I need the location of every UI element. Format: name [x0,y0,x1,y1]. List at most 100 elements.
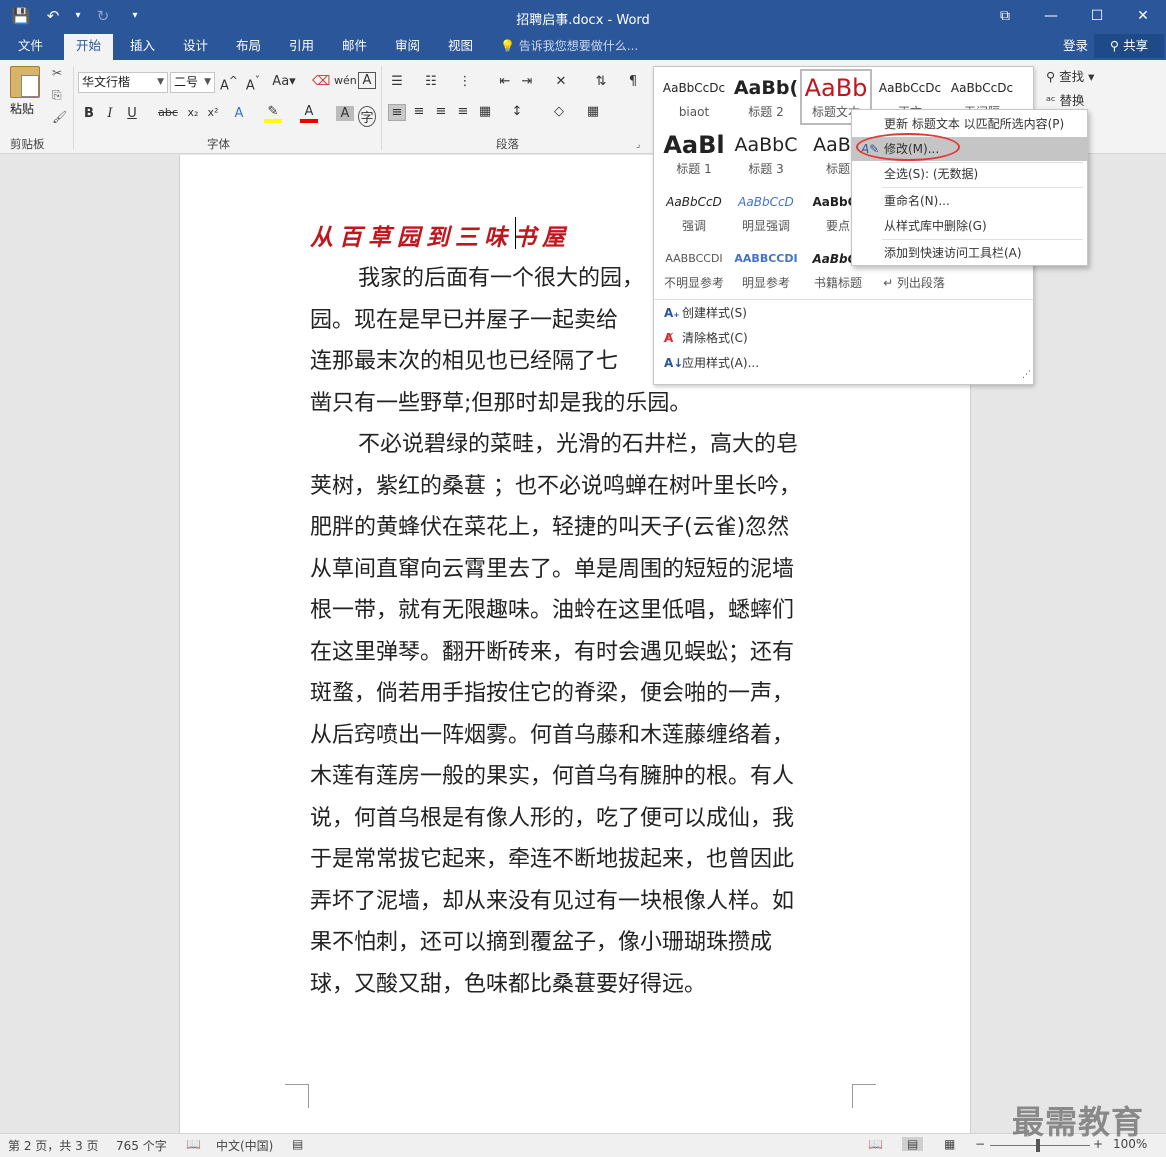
strikethrough-icon[interactable]: abc [156,106,180,119]
line-spacing-icon[interactable]: ↕ [508,104,526,119]
font-size-box[interactable]: 二号 ▼ [170,72,215,93]
paste-button[interactable]: 粘贴 [10,66,44,117]
font-size-value: 二号 [174,75,199,89]
undo-icon[interactable]: ↶ [42,6,64,26]
bold-icon[interactable]: B [80,106,98,121]
cut-icon[interactable]: ✂ [52,66,62,80]
text-line: 肥胖的黄蜂伏在菜花上，轻捷的叫天子(云雀)忽然 [310,515,790,540]
macro-recording-icon[interactable]: ▤ [292,1137,303,1151]
divider [381,66,382,150]
clear-formatting-item[interactable]: A̸ 清除格式(C) [664,329,748,346]
text-line: 根一带，就有无限趣味。油蛉在这里低唱，蟋蟀们 [310,598,795,623]
multilevel-list-icon[interactable]: ⋮ [456,74,474,89]
style-subtle-reference[interactable]: AABBCCDI 不明显参考 [658,242,730,298]
font-color-icon[interactable]: A [300,104,318,123]
zoom-out-icon[interactable]: − [975,1137,985,1151]
divider [73,66,74,150]
text-line: 不必说碧绿的菜畦，光滑的石井栏，高大的皂 [358,432,799,457]
remove-from-gallery-item[interactable]: 从样式库中删除(G) [852,214,1087,238]
superscript-icon[interactable]: x² [204,106,222,119]
rename-item[interactable]: 重命名(N)... [852,189,1087,213]
text-line: 说，何首乌根是有像人形的，吃了便可以成仙，我 [310,805,795,831]
resize-grip-icon[interactable]: ⋰ [1022,370,1031,380]
style-heading-2[interactable]: AaBb(标题 2 [730,71,802,127]
shrink-font-icon[interactable]: Aˇ [244,74,262,93]
page-count[interactable]: 第 2 页，共 3 页 [8,1137,99,1154]
find-button[interactable]: ⚲ 查找 ▾ [1046,66,1094,85]
update-style-item[interactable]: 更新 标题文本 以匹配所选内容(P) [852,112,1087,136]
sort-icon[interactable]: ⇅ [592,74,610,89]
character-shading-icon[interactable]: A [336,106,354,121]
add-to-qat-item[interactable]: 添加到快速访问工具栏(A) [852,241,1087,265]
text-effects-icon[interactable]: A [230,106,248,121]
proofing-icon[interactable]: 📖 [186,1137,201,1151]
show-marks-icon[interactable]: ¶ [624,74,642,89]
bullets-icon[interactable]: ☰ [388,74,406,89]
tab-mailings[interactable]: 邮件 [330,34,379,60]
ribbon-display-options-icon[interactable]: ⧉ [982,0,1028,34]
copy-icon[interactable]: ⎘ [52,88,62,103]
style-emphasis[interactable]: AaBbCcD 强调 [658,185,730,241]
font-family-box[interactable]: 华文行楷 ▼ [78,72,168,93]
clear-formatting-icon[interactable]: ⌫ [312,74,330,89]
style-heading-1[interactable]: AaBl 标题 1 [658,128,730,184]
web-layout-icon[interactable]: ▦ [944,1137,955,1151]
print-layout-icon[interactable]: ▤ [902,1137,924,1151]
replace-button[interactable]: ᵃᶜ 替换 [1046,90,1085,109]
italic-icon[interactable]: I [101,106,119,121]
style-intense-emphasis[interactable]: AaBbCcD 明显强调 [730,185,802,241]
numbering-icon[interactable]: ☷ [422,74,440,89]
customize-qat-icon[interactable]: ▾ [124,6,146,26]
sign-in-link[interactable]: 登录 [1063,34,1088,58]
change-case-icon[interactable]: Aa▾ [270,74,298,89]
select-all-item[interactable]: 全选(S): (无数据) [852,162,1087,186]
status-bar: 第 2 页，共 3 页 765 个字 📖 中文(中国) ▤ 📖 ▤ ▦ − + … [0,1133,1166,1157]
tab-file[interactable]: 文件 [6,34,55,60]
shading-icon[interactable]: ◇ [550,104,568,119]
align-left-icon[interactable]: ≡ [388,104,406,121]
increase-indent-icon[interactable]: ⇥ [518,74,536,89]
apply-styles-item[interactable]: A↓应用样式(A)... [664,354,759,371]
language-status[interactable]: 中文(中国) [216,1137,273,1154]
share-button[interactable]: ⚲ 共享 [1094,34,1164,58]
align-right-icon[interactable]: ≡ [432,104,450,119]
read-mode-icon[interactable]: 📖 [868,1137,883,1151]
undo-dropdown-icon[interactable]: ▾ [74,6,82,26]
maximize-icon[interactable]: ☐ [1074,0,1120,34]
dialog-launcher-icon[interactable]: ⌟ [636,140,640,150]
minimize-icon[interactable]: — [1028,0,1074,34]
grow-font-icon[interactable]: A^ [220,74,238,93]
word-count[interactable]: 765 个字 [116,1137,167,1154]
close-icon[interactable]: ✕ [1120,0,1166,34]
zoom-slider[interactable] [990,1145,1090,1146]
tab-home[interactable]: 开始 [64,34,114,60]
borders-icon[interactable]: ▦ [584,104,602,119]
format-painter-icon[interactable]: 🖌 [52,110,67,124]
paragraph-2[interactable]: 不必说碧绿的菜畦，光滑的石井栏，高大的皂 荚树，紫红的桑葚 ；也不必说鸣蝉在树叶… [310,424,840,1005]
save-icon[interactable]: 💾 [10,6,32,26]
justify-icon[interactable]: ≡ [454,104,472,119]
align-center-icon[interactable]: ≡ [410,104,428,119]
tell-me-search[interactable]: 💡 告诉我您想要做什么... [500,34,638,58]
style-heading-3[interactable]: AaBbC 标题 3 [730,128,802,184]
style-biaot[interactable]: AaBbCcDc biaot [658,71,730,127]
enclose-characters-icon[interactable]: 字 [358,106,376,127]
character-border-icon[interactable]: A [358,72,376,89]
tab-layout[interactable]: 布局 [224,34,273,60]
decrease-indent-icon[interactable]: ⇤ [496,74,514,89]
underline-icon[interactable]: U [123,106,141,121]
document-heading[interactable]: 从百草园到三味书屋 [310,218,571,252]
subscript-icon[interactable]: x₂ [184,106,202,119]
phonetic-guide-icon[interactable]: wén [334,74,357,87]
tab-references[interactable]: 引用 [277,34,326,60]
create-style-item[interactable]: A₊ 创建样式(S) [664,304,747,321]
tab-view[interactable]: 视图 [436,34,485,60]
tab-review[interactable]: 审阅 [383,34,432,60]
asian-layout-icon[interactable]: ✕ [552,74,570,89]
tab-insert[interactable]: 插入 [118,34,167,60]
style-intense-reference[interactable]: AABBCCDI 明显参考 [730,242,802,298]
tab-design[interactable]: 设计 [171,34,220,60]
distributed-icon[interactable]: ▦ [476,104,494,119]
redo-icon[interactable]: ↻ [92,6,114,26]
highlight-icon[interactable]: ✎ [264,104,282,123]
